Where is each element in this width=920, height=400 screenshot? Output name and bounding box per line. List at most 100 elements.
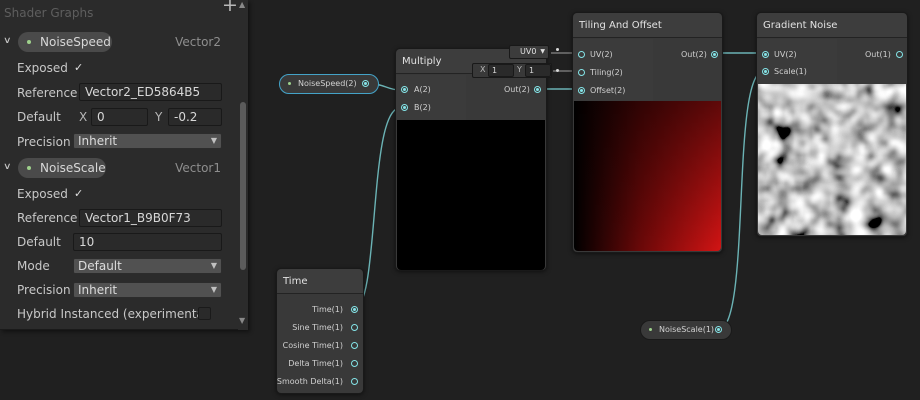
property-type: Vector1 — [175, 161, 221, 175]
hybrid-instanced-checkbox[interactable] — [198, 307, 211, 320]
tiling-y-field[interactable]: 1 — [525, 64, 551, 77]
multiply-node[interactable]: Multiply A(2) B(2) Out(2) — [395, 48, 547, 271]
node-title: Tiling And Offset — [573, 13, 722, 38]
input-port-tiling-label: Tiling(2) — [590, 68, 623, 77]
property-dot-icon — [27, 166, 31, 170]
output-port-icon[interactable] — [534, 86, 541, 93]
output-port-label: Out(2) — [681, 50, 707, 59]
gradient-noise-node[interactable]: Gradient Noise UV(2) Scale(1) Out(1) — [756, 12, 908, 237]
precision-label: Precision — [17, 135, 71, 149]
reference-field[interactable]: Vector1_B9B0F73 — [79, 209, 222, 227]
output-time-label: Time(1) — [312, 305, 343, 314]
precision-dropdown[interactable]: Inherit ▼ — [73, 133, 222, 149]
uv-connector-dot-icon — [556, 48, 559, 51]
property-dot-icon — [649, 328, 652, 331]
add-property-icon[interactable]: + — [222, 0, 238, 15]
mode-value: Default — [78, 259, 122, 273]
output-port-icon[interactable] — [711, 51, 718, 58]
property-pill-noisescale[interactable]: NoiseScale — [18, 158, 106, 178]
tiling-and-offset-node[interactable]: Tiling And Offset UV(2) Tiling(2) Offset… — [572, 12, 723, 253]
default-label: Default — [17, 110, 61, 124]
mode-dropdown[interactable]: Default ▼ — [73, 258, 222, 274]
tiling-x-label: X — [480, 65, 486, 74]
precision-value: Inherit — [78, 134, 118, 148]
scroll-up-icon[interactable]: ▲ — [239, 0, 245, 9]
tiling-x-field[interactable]: 1 — [488, 64, 514, 77]
exposed-checkbox[interactable]: ✓ — [74, 61, 83, 74]
chevron-down-icon[interactable]: ∨ — [3, 162, 12, 172]
tiling-y-label: Y — [517, 65, 522, 74]
tiling-inline-fields: X 1 Y 1 — [472, 63, 552, 78]
output-sine-time-icon[interactable] — [351, 324, 358, 331]
input-port-scale-icon[interactable] — [762, 68, 769, 75]
output-smooth-delta-label: Smooth Delta(1) — [276, 377, 343, 386]
node-preview — [574, 101, 721, 251]
input-port-tiling-icon[interactable] — [578, 69, 585, 76]
triangle-down-icon: ▼ — [210, 136, 217, 145]
node-title: Time — [277, 269, 363, 294]
hybrid-instanced-label: Hybrid Instanced (experimental) — [17, 307, 212, 321]
input-port-uv-icon[interactable] — [762, 51, 769, 58]
reference-field[interactable]: Vector2_ED5864B5 — [79, 83, 222, 101]
input-port-uv-label: UV(2) — [774, 50, 797, 59]
uv-channel-value: UV0 — [520, 47, 537, 56]
noise-preview — [758, 84, 906, 235]
output-port-label: Out(1) — [865, 50, 891, 59]
reference-label: Reference — [17, 86, 78, 100]
output-time-icon[interactable] — [351, 306, 358, 313]
output-delta-time-icon[interactable] — [351, 360, 358, 367]
node-label: NoiseSpeed(2) — [298, 79, 357, 88]
chevron-down-icon[interactable]: ∨ — [3, 36, 12, 46]
input-port-uv-icon[interactable] — [578, 51, 585, 58]
scrollbar-thumb[interactable] — [240, 102, 246, 270]
node-title: Gradient Noise — [757, 13, 907, 38]
input-port-b-icon[interactable] — [401, 104, 408, 111]
tiling-connector-dot-icon — [556, 69, 559, 72]
property-name: NoiseScale — [40, 161, 106, 175]
default-label: Default — [17, 235, 61, 249]
input-port-offset-icon[interactable] — [578, 87, 585, 94]
default-field[interactable]: 10 — [73, 233, 222, 251]
input-port-uv-label: UV(2) — [590, 50, 613, 59]
node-inputs — [757, 39, 837, 84]
output-port-icon[interactable] — [362, 80, 369, 87]
output-port-icon[interactable] — [896, 51, 903, 58]
output-port-label: Out(2) — [504, 85, 530, 94]
precision-value: Inherit — [78, 283, 118, 297]
time-node[interactable]: Time Time(1) Sine Time(1) Cosine Time(1)… — [276, 268, 364, 394]
input-port-a-icon[interactable] — [401, 86, 408, 93]
exposed-label: Exposed — [17, 61, 68, 75]
y-label: Y — [155, 110, 163, 124]
output-port-icon[interactable] — [715, 326, 722, 333]
x-label: X — [79, 110, 88, 124]
triangle-down-icon: ▼ — [210, 261, 217, 270]
output-delta-time-label: Delta Time(1) — [288, 359, 343, 368]
output-sine-time-label: Sine Time(1) — [292, 323, 343, 332]
node-inputs — [396, 75, 466, 120]
precision-dropdown[interactable]: Inherit ▼ — [73, 282, 222, 298]
output-cosine-time-icon[interactable] — [351, 342, 358, 349]
default-y-field[interactable]: -0.2 — [168, 108, 222, 126]
property-name: NoiseSpeed — [40, 35, 111, 49]
exposed-label: Exposed — [17, 187, 68, 201]
uv-channel-dropdown[interactable]: UV0 ▼ — [509, 45, 549, 59]
output-cosine-time-label: Cosine Time(1) — [282, 341, 343, 350]
noisespeed-property-node[interactable]: NoiseSpeed(2) — [279, 74, 379, 94]
property-pill-noisespeed[interactable]: NoiseSpeed — [18, 32, 112, 52]
triangle-down-icon: ▼ — [540, 48, 545, 55]
blackboard-title: Shader Graphs — [4, 6, 94, 20]
output-smooth-delta-icon[interactable] — [351, 378, 358, 385]
triangle-down-icon: ▼ — [210, 285, 217, 294]
property-dot-icon — [288, 82, 291, 85]
reference-label: Reference — [17, 211, 78, 225]
default-x-field[interactable]: 0 — [91, 108, 148, 126]
input-port-a-label: A(2) — [414, 85, 431, 94]
input-port-b-label: B(2) — [414, 103, 431, 112]
noisescale-property-node[interactable]: NoiseScale(1) — [640, 320, 732, 340]
precision-label: Precision — [17, 283, 71, 297]
node-label: NoiseScale(1) — [659, 325, 715, 334]
property-dot-icon — [27, 40, 31, 44]
scroll-down-icon[interactable]: ▼ — [239, 316, 245, 325]
mode-label: Mode — [17, 259, 50, 273]
exposed-checkbox[interactable]: ✓ — [74, 187, 83, 200]
